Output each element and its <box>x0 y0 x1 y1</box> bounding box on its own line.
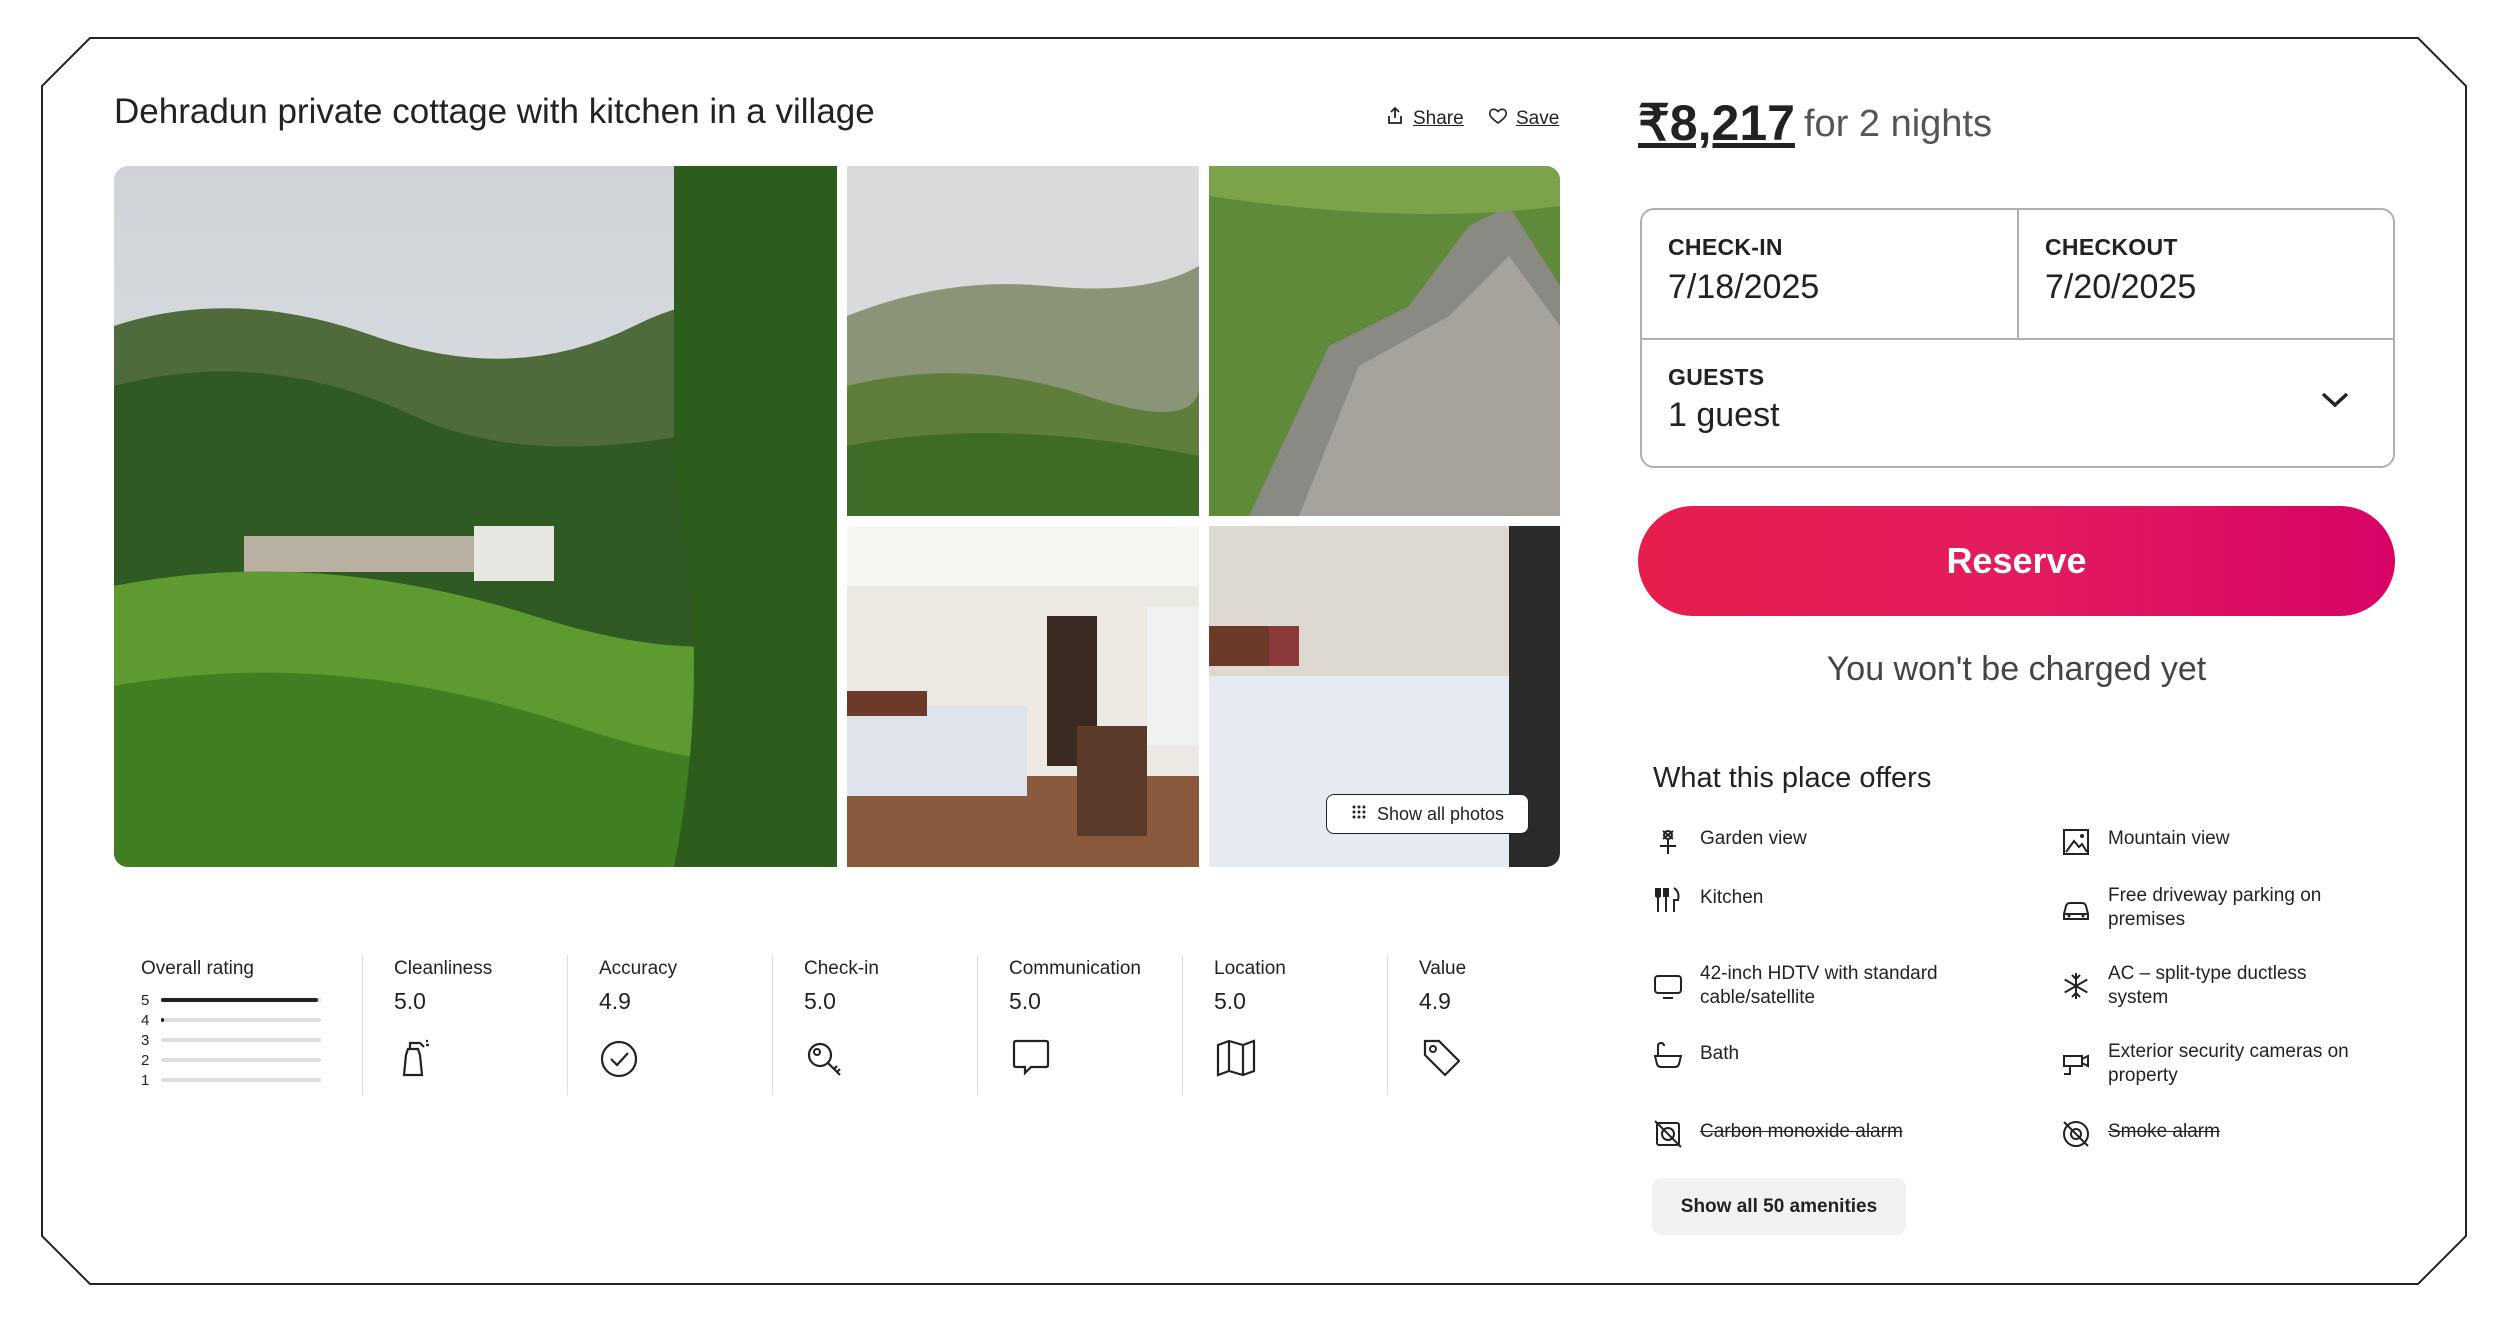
rating-bar-stars: 5 <box>141 991 150 1009</box>
rating-category-label: Cleanliness <box>394 958 493 979</box>
rating-category-label: Check-in <box>804 958 879 979</box>
overall-rating-label: Overall rating <box>141 958 254 979</box>
bathtub-icon <box>1652 1040 1684 1072</box>
price-tag-icon <box>1419 1035 1466 1084</box>
checkin-field[interactable]: CHECK-IN 7/18/2025 <box>1642 210 2017 338</box>
rating-bar-row: 5 <box>141 990 321 1010</box>
rating-category-value: 5.0 <box>1009 988 1041 1014</box>
show-all-amenities-button[interactable]: Show all 50 amenities <box>1652 1178 1906 1235</box>
overall-rating-bars: 5 4 3 2 1 <box>141 990 321 1090</box>
guests-label: GUESTS <box>1668 364 1765 390</box>
rating-category-value: 5.0 <box>394 988 426 1014</box>
amenity-label: Bath <box>1700 1043 1740 1064</box>
rating-bar-stars: 1 <box>141 1071 150 1089</box>
photo-bedroom-1[interactable] <box>847 526 1199 867</box>
share-label: Share <box>1413 108 1464 129</box>
listing-title: Dehradun private cottage with kitchen in… <box>114 92 875 131</box>
smoke-alarm-icon <box>2060 1118 2092 1150</box>
co-alarm-icon <box>1652 1118 1684 1150</box>
show-all-photos-button[interactable]: Show all photos <box>1326 794 1529 834</box>
amenity-label: 42-inch HDTV with standard cable/satelli… <box>1700 963 1938 1008</box>
rating-value: Value 4.9 <box>1419 958 1466 1084</box>
chevron-down-icon <box>2320 390 2350 415</box>
amenity-label: Free driveway parking on premises <box>2108 885 2322 930</box>
snowflake-icon <box>2060 970 2092 1002</box>
share-icon <box>1385 106 1405 132</box>
rating-bar-row: 2 <box>141 1050 321 1070</box>
key-icon <box>804 1035 879 1084</box>
save-button[interactable]: Save <box>1488 106 1559 132</box>
amenity-label: Mountain view <box>2108 828 2230 849</box>
rating-bar-stars: 2 <box>141 1051 150 1069</box>
rating-bar-fill <box>161 1018 165 1022</box>
rating-bar-row: 4 <box>141 1010 321 1030</box>
heart-icon <box>1488 106 1508 132</box>
rating-accuracy: Accuracy 4.9 <box>599 958 677 1084</box>
rating-bar-fill <box>161 998 318 1002</box>
camera-icon <box>2060 1048 2092 1080</box>
kitchen-icon <box>1652 884 1684 916</box>
rating-category-value: 5.0 <box>1214 988 1246 1014</box>
photo-misty-hills[interactable] <box>847 166 1199 516</box>
amenity-label: Garden view <box>1700 828 1807 849</box>
car-icon <box>2060 894 2092 926</box>
amenity-label: Exterior security cameras on property <box>2108 1041 2349 1086</box>
chat-bubble-icon <box>1009 1035 1141 1084</box>
checkout-label: CHECKOUT <box>2045 234 2178 260</box>
offers-heading: What this place offers <box>1653 762 1932 794</box>
rating-bar-row: 3 <box>141 1030 321 1050</box>
rating-category-label: Location <box>1214 958 1286 979</box>
rating-bar-row: 1 <box>141 1070 321 1090</box>
amenity-label: AC – split-type ductless system <box>2108 963 2307 1008</box>
rating-divider <box>567 955 568 1095</box>
photo-main-landscape[interactable] <box>114 166 837 867</box>
guests-dropdown[interactable]: GUESTS 1 guest <box>1642 340 2393 466</box>
rating-bar-stars: 4 <box>141 1011 150 1029</box>
rating-cleanliness: Cleanliness 5.0 <box>394 958 492 1084</box>
no-charge-note: You won't be charged yet <box>1826 650 2207 688</box>
show-all-photos-label: Show all photos <box>1376 803 1505 824</box>
guests-value: 1 guest <box>1668 396 1780 434</box>
rating-category-label: Accuracy <box>599 958 678 979</box>
share-button[interactable]: Share <box>1385 106 1464 132</box>
rating-category-value: 5.0 <box>804 988 836 1014</box>
rating-divider <box>977 955 978 1095</box>
price-amount: ₹8,217 <box>1638 95 1795 151</box>
rating-location: Location 5.0 <box>1214 958 1286 1084</box>
save-label: Save <box>1516 108 1560 129</box>
rating-category-value: 4.9 <box>1419 988 1451 1014</box>
mountain-icon <box>2060 826 2092 858</box>
rating-communication: Communication 5.0 <box>1009 958 1141 1084</box>
rating-category-label: Communication <box>1009 958 1141 979</box>
price-suffix: for 2 nights <box>1804 103 1992 145</box>
checkin-value: 7/18/2025 <box>1668 268 1820 306</box>
rating-divider <box>1387 955 1388 1095</box>
rating-divider <box>1182 955 1183 1095</box>
rating-category-label: Value <box>1419 958 1467 979</box>
amenity-label-unavailable: Carbon monoxide alarm <box>1700 1121 1903 1142</box>
map-icon <box>1214 1035 1286 1084</box>
rating-divider <box>772 955 773 1095</box>
check-circle-icon <box>599 1035 677 1084</box>
checkout-field[interactable]: CHECKOUT 7/20/2025 <box>2019 210 2393 338</box>
reserve-button[interactable]: Reserve <box>1638 506 2395 616</box>
rating-category-value: 4.9 <box>599 988 631 1014</box>
amenity-label: Kitchen <box>1700 887 1764 908</box>
grid-icon <box>1351 804 1367 825</box>
tv-icon <box>1652 970 1684 1002</box>
checkout-value: 7/20/2025 <box>2045 268 2197 306</box>
rating-bar-stars: 3 <box>141 1031 150 1049</box>
spray-bottle-icon <box>394 1035 492 1084</box>
rating-divider <box>362 955 363 1095</box>
rating-check-in: Check-in 5.0 <box>804 958 879 1084</box>
garden-icon <box>1652 826 1684 858</box>
photo-stone-path[interactable] <box>1209 166 1560 516</box>
checkin-label: CHECK-IN <box>1668 234 1783 260</box>
amenity-label-unavailable: Smoke alarm <box>2108 1121 2220 1142</box>
